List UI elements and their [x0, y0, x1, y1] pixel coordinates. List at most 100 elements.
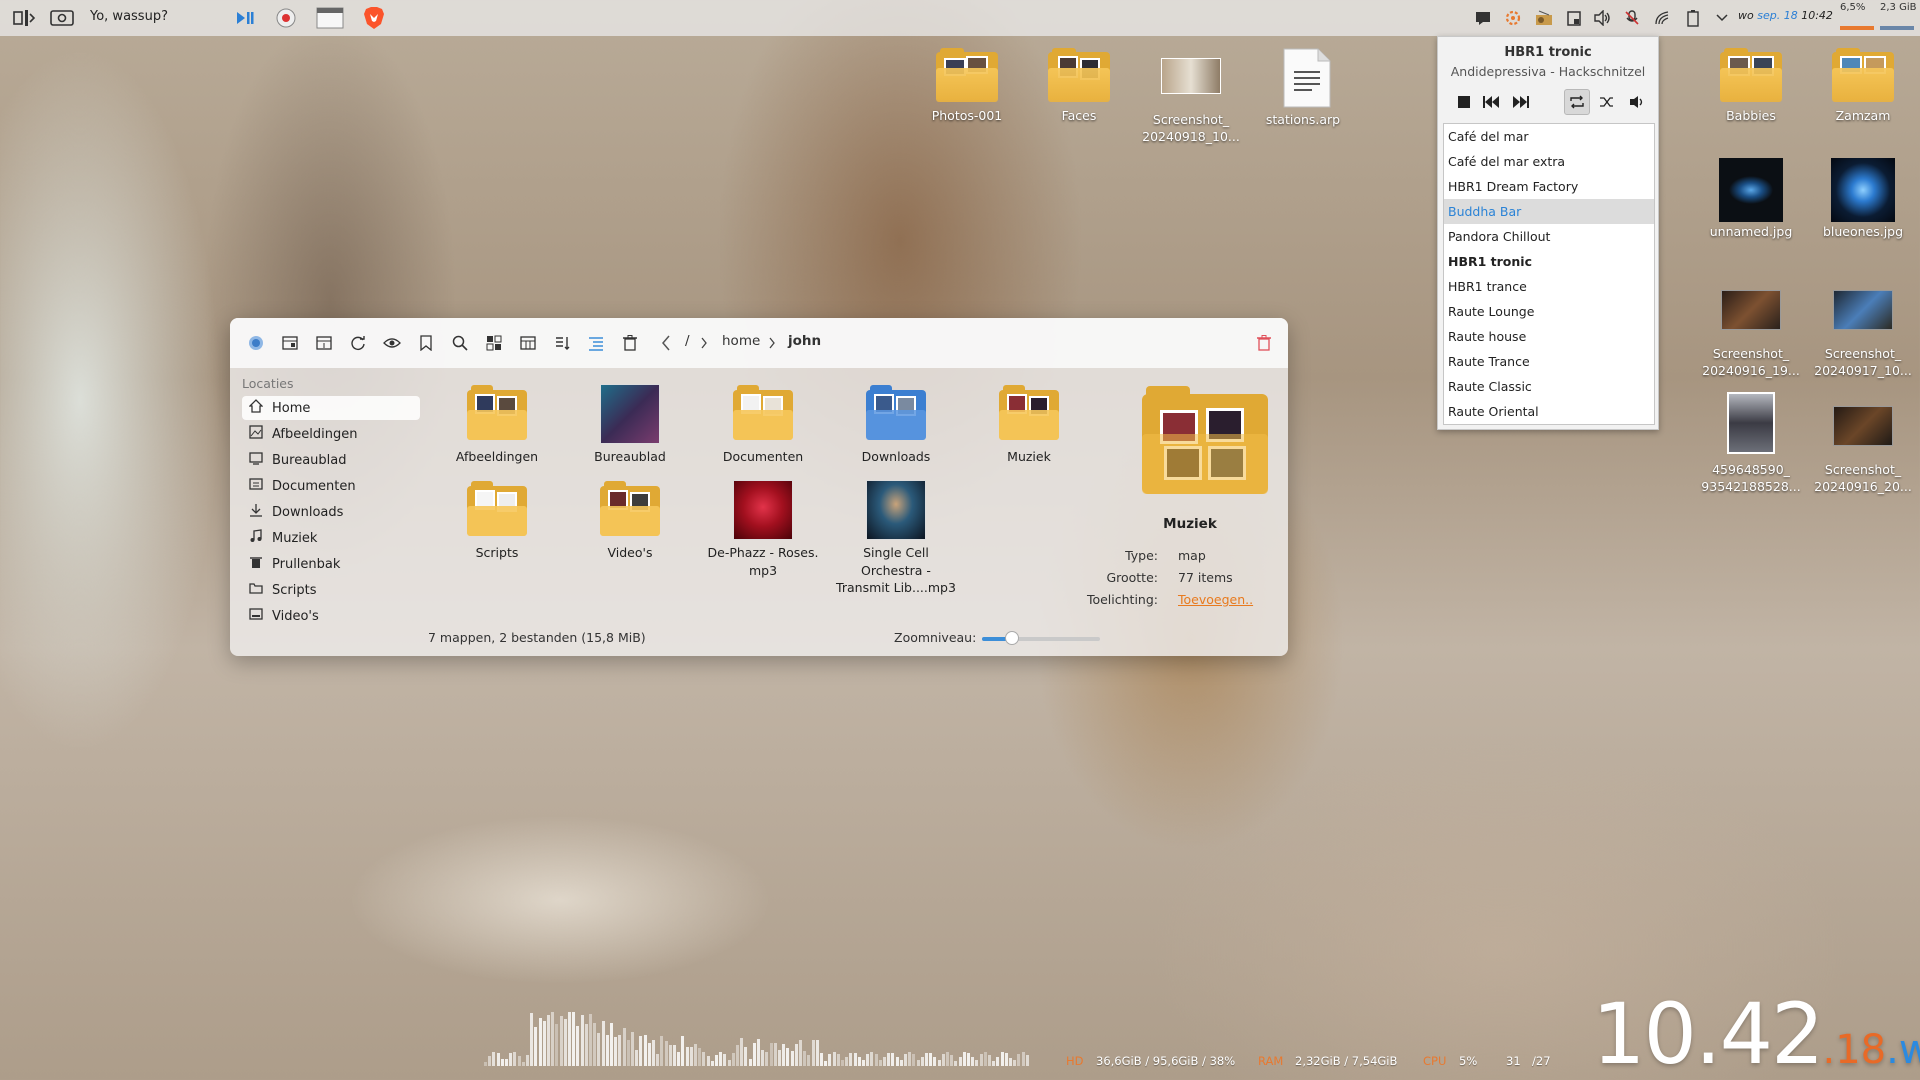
sidebar-item[interactable]: Prullenbak [242, 552, 420, 576]
gear-icon[interactable] [1504, 9, 1522, 27]
back-chevron-icon[interactable] [654, 331, 678, 355]
visualizer-bar [563, 1018, 567, 1066]
station-item[interactable]: HBR1 Dream Factory [1444, 174, 1654, 199]
station-item[interactable]: Pandora Chillout [1444, 224, 1654, 249]
previous-button[interactable] [1478, 89, 1504, 115]
add-description-link[interactable]: Toevoegen.. [1178, 592, 1253, 607]
desktop-icon-screenshot-0916-19[interactable]: Screenshot_ 20240916_19... [1696, 282, 1806, 380]
breadcrumb-root[interactable]: / [685, 333, 690, 349]
show-hidden-eye-icon[interactable] [380, 331, 404, 355]
desktop-icon-photos[interactable]: Photos-001 [912, 48, 1022, 125]
info-size-value: 77 items [1178, 570, 1233, 585]
folder-item[interactable]: Downloads [833, 384, 959, 466]
folder-item[interactable]: Afbeeldingen [434, 384, 560, 466]
chat-icon[interactable] [1474, 9, 1492, 27]
desktop-icon-blueones-jpg[interactable]: blueones.jpg [1808, 158, 1918, 241]
desktop-icon-zamzam[interactable]: Zamzam [1808, 48, 1918, 125]
next-button[interactable] [1508, 89, 1534, 115]
tray-date[interactable]: wo sep. 18 10:42 [1738, 9, 1833, 22]
compact-view-icon[interactable] [516, 331, 540, 355]
desktop-icon-459648590[interactable]: 459648590_ 93542188528... [1696, 392, 1806, 496]
bookmark-icon[interactable] [414, 331, 438, 355]
shuffle-button[interactable] [1594, 89, 1620, 115]
folder-item[interactable]: Video's [567, 480, 693, 562]
screenshot-icon[interactable] [50, 6, 74, 30]
station-item[interactable]: Raute Classic [1444, 374, 1654, 399]
station-item[interactable]: HBR1 trance [1444, 274, 1654, 299]
visualizer-bar [484, 1062, 487, 1066]
zoom-slider[interactable] [982, 631, 1100, 645]
visualizer-bar [748, 1058, 752, 1066]
repeat-button[interactable] [1564, 89, 1590, 115]
radio-icon[interactable] [1535, 9, 1553, 27]
station-item[interactable]: Buddha Bar [1444, 199, 1654, 224]
close-delete-icon[interactable] [1252, 331, 1276, 355]
sort-icon[interactable] [550, 331, 574, 355]
folder-item[interactable]: Muziek [966, 384, 1092, 466]
visualizer-bar [622, 1028, 626, 1066]
details-view-icon[interactable] [584, 331, 608, 355]
desktop-icon-faces[interactable]: Faces [1024, 48, 1134, 125]
desktop-icon-screenshot[interactable]: Screenshot_ 20240918_10... [1136, 48, 1246, 146]
folder-item[interactable]: Scripts [434, 480, 560, 562]
visualizer-bar [492, 1052, 496, 1066]
sidebar-item-label: Scripts [272, 582, 317, 598]
hd-label: HD [1066, 1054, 1084, 1068]
sidebar-item[interactable]: Muziek [242, 526, 420, 550]
station-item[interactable]: Raute Trance [1444, 349, 1654, 374]
station-item[interactable]: Café del mar [1444, 124, 1654, 149]
station-item[interactable]: Raute Lounge [1444, 299, 1654, 324]
folder-item[interactable]: Documenten [700, 384, 826, 466]
window-icon[interactable] [316, 6, 344, 30]
station-item[interactable]: Café del mar extra [1444, 149, 1654, 174]
microphone-muted-icon[interactable] [1623, 9, 1641, 27]
brave-browser-icon[interactable] [362, 6, 386, 30]
breadcrumb-current[interactable]: john [788, 333, 821, 349]
battery-icon[interactable] [1684, 9, 1702, 27]
volume-button[interactable] [1624, 89, 1650, 115]
zoom-slider-handle[interactable] [1004, 631, 1019, 645]
chevron-down-icon[interactable] [1713, 9, 1731, 27]
visualizer-bar [694, 1044, 697, 1066]
activities-icon[interactable] [12, 6, 36, 30]
station-item[interactable]: Raute house [1444, 324, 1654, 349]
sidebar-item[interactable]: Home [242, 396, 420, 420]
desktop-icon-unnamed-jpg[interactable]: unnamed.jpg [1696, 158, 1806, 241]
search-icon[interactable] [448, 331, 472, 355]
trash-icon[interactable] [618, 331, 642, 355]
stop-button[interactable] [1451, 89, 1477, 115]
clipboard-icon[interactable] [1565, 9, 1583, 27]
sidebar-item[interactable]: Afbeeldingen [242, 422, 420, 446]
station-item[interactable]: HBR1 tronic [1444, 249, 1654, 274]
app-menu-icon[interactable] [244, 331, 268, 355]
video-icon [246, 607, 266, 625]
desktop-icon-stations[interactable]: stations.arp [1248, 48, 1358, 129]
sidebar-item[interactable]: Video's [242, 604, 420, 628]
station-list[interactable]: Café del mar Café del mar extra HBR1 Dream… [1443, 123, 1655, 425]
visualizer-bar [547, 1014, 550, 1066]
visualizer-bar [555, 1024, 559, 1066]
sidebar-item[interactable]: Downloads [242, 500, 420, 524]
new-tab-icon[interactable] [312, 331, 336, 355]
network-icon[interactable] [1653, 9, 1671, 27]
record-icon[interactable] [274, 6, 298, 30]
image-thumbnail [731, 480, 795, 540]
sidebar-item[interactable]: Scripts [242, 578, 420, 602]
sidebar-item[interactable]: Documenten [242, 474, 420, 498]
desktop-icon-screenshot-0916-20[interactable]: Screenshot_ 20240916_20... [1808, 392, 1918, 496]
icon-view-icon[interactable] [482, 331, 506, 355]
desktop-icon-babbies[interactable]: Babbies [1696, 48, 1806, 125]
volume-icon[interactable] [1593, 9, 1611, 27]
play-pause-icon[interactable] [233, 6, 257, 30]
home-icon [246, 399, 266, 417]
sidebar-item-label: Downloads [272, 504, 344, 520]
desktop-icon-screenshot-0917-10[interactable]: Screenshot_ 20240917_10... [1808, 282, 1918, 380]
file-item[interactable]: Single Cell Orchestra - Transmit Lib....… [833, 480, 959, 597]
station-item[interactable]: Raute Oriental [1444, 399, 1654, 424]
folder-item[interactable]: Bureaublad [567, 384, 693, 466]
breadcrumb-home[interactable]: home [722, 333, 760, 349]
split-view-icon[interactable] [278, 331, 302, 355]
sidebar-item[interactable]: Bureaublad [242, 448, 420, 472]
refresh-icon[interactable] [346, 331, 370, 355]
file-item[interactable]: De-Phazz - Roses. mp3 [700, 480, 826, 579]
